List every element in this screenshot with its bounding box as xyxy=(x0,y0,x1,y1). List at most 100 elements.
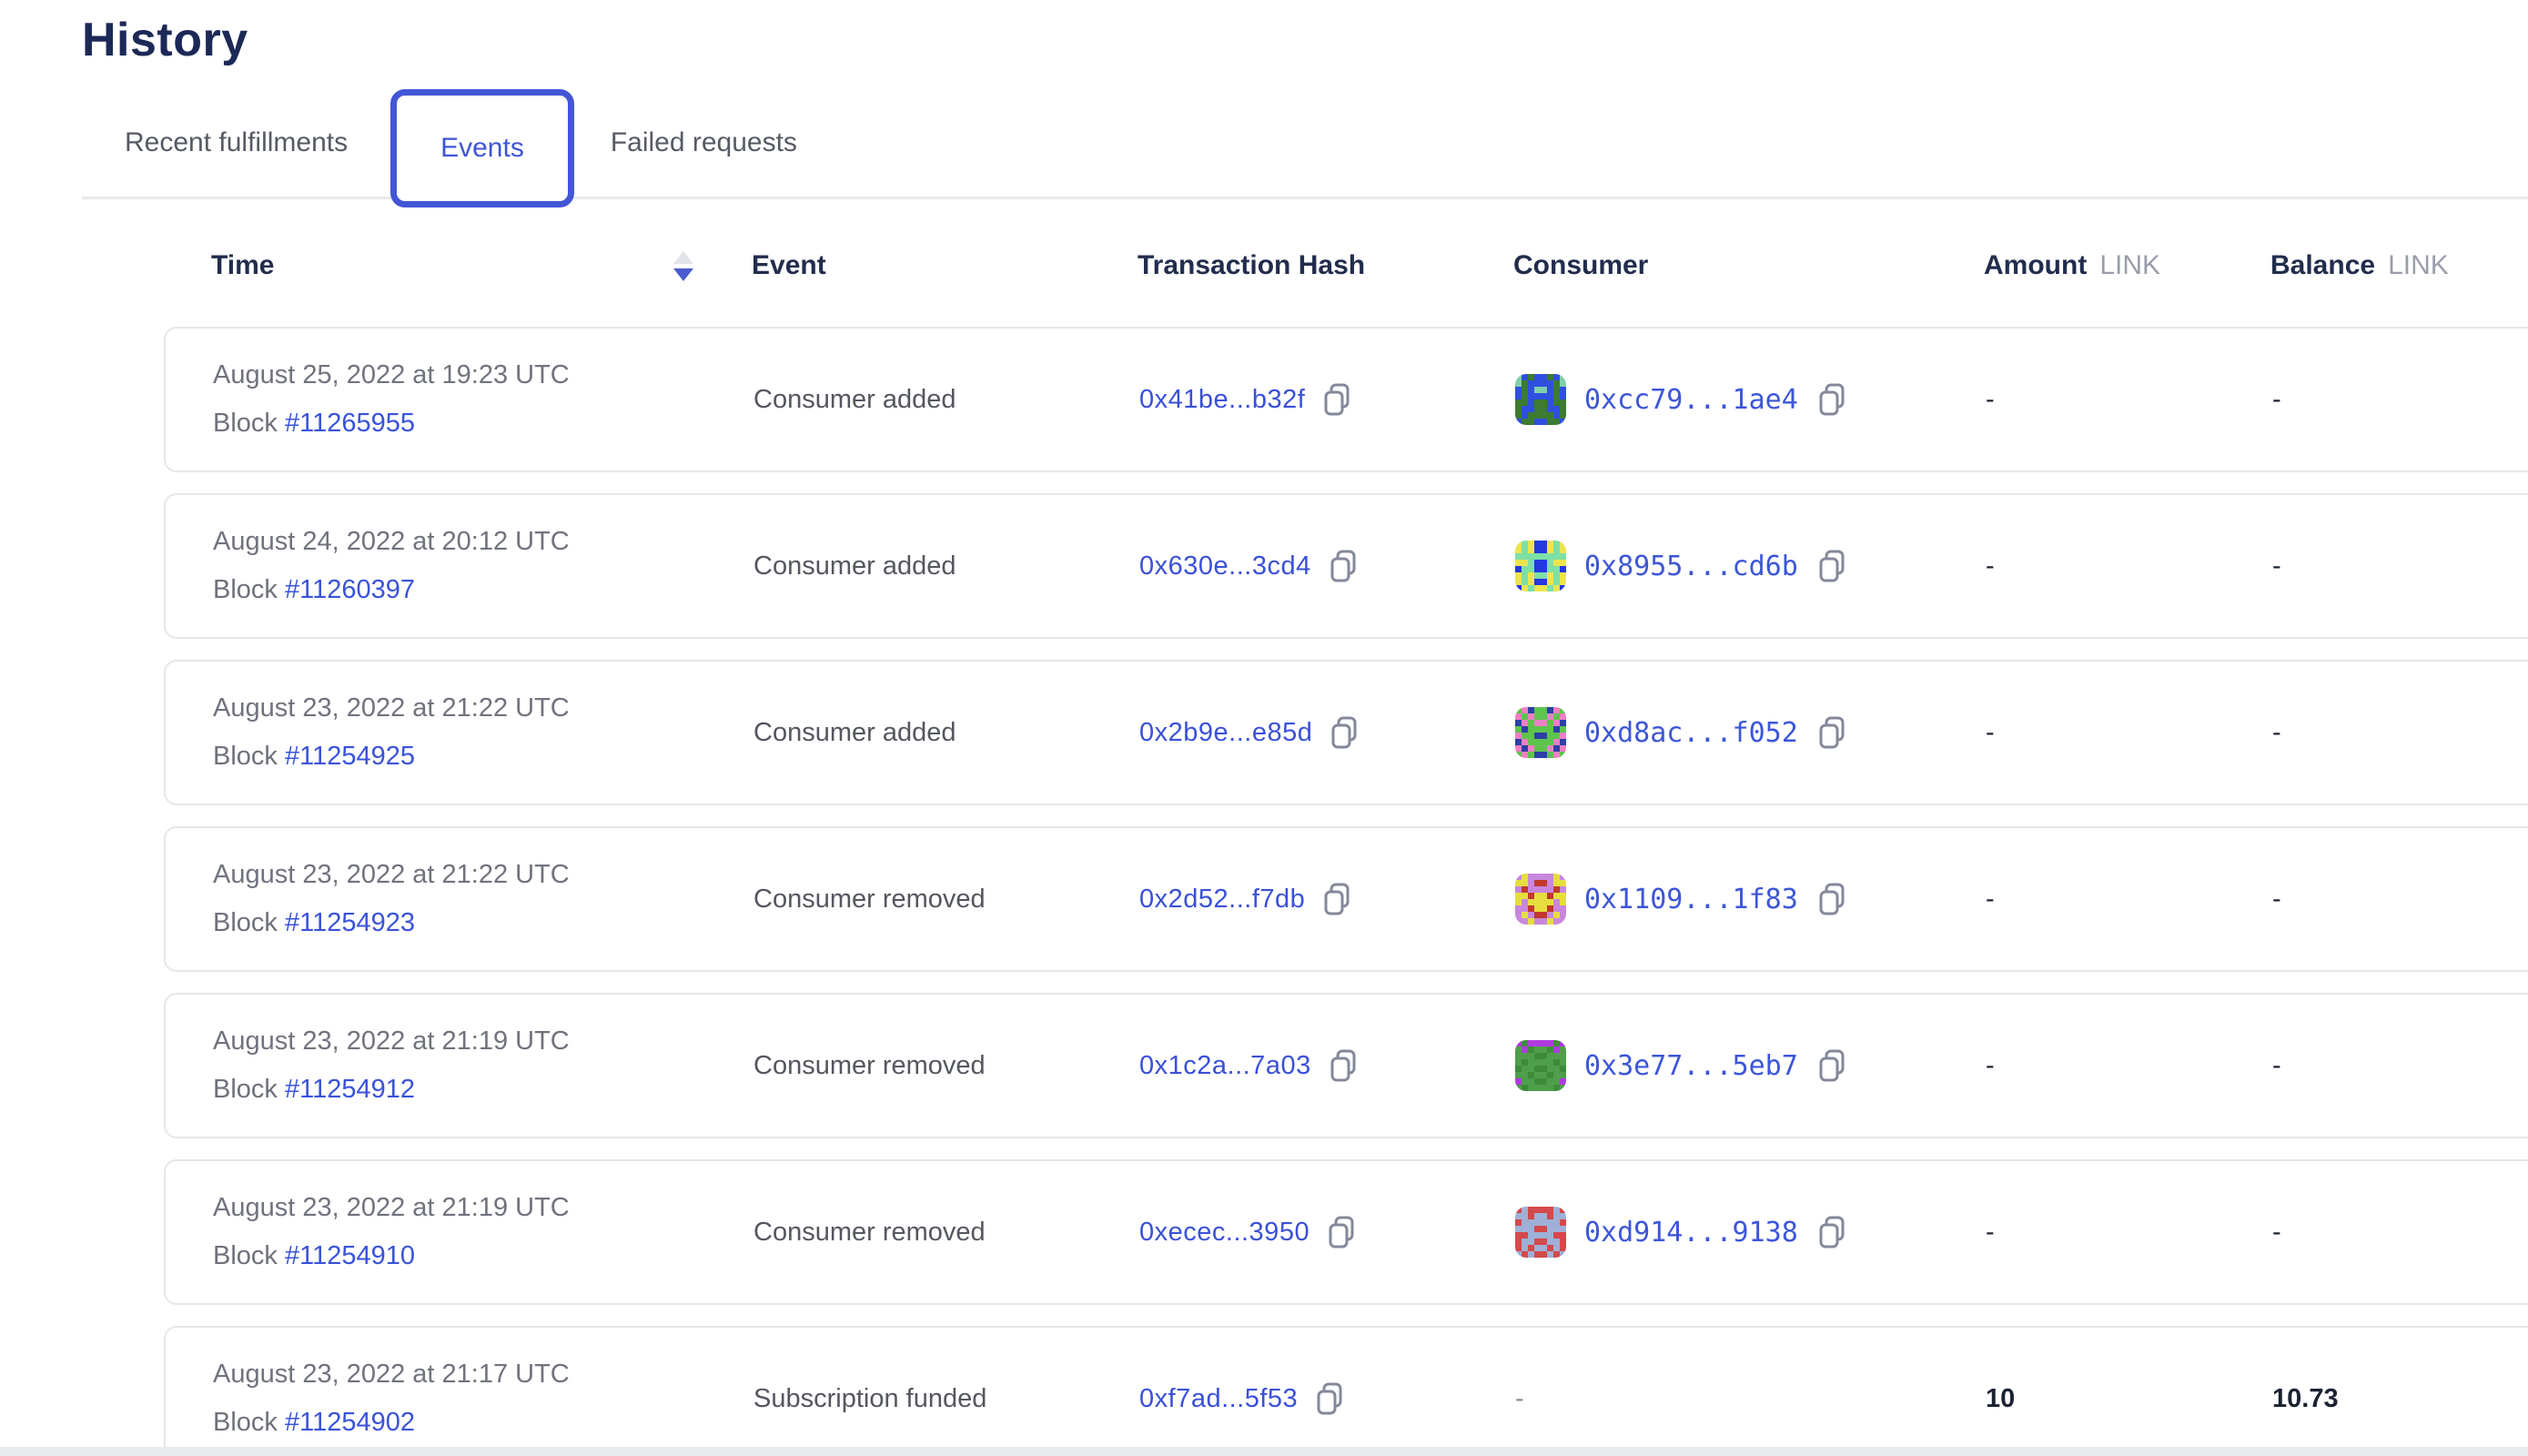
block-line: Block #11260397 xyxy=(213,575,753,605)
consumer-cell: 0x1109...1f83 xyxy=(1515,874,1986,925)
time-cell: August 23, 2022 at 21:17 UTC Block #1125… xyxy=(213,1360,753,1438)
consumer-address-link[interactable]: 0xd914...9138 xyxy=(1584,1217,1798,1249)
block-line: Block #11265955 xyxy=(213,409,753,439)
copy-tx-hash-button[interactable] xyxy=(1329,715,1360,750)
copy-icon xyxy=(1326,1215,1357,1249)
block-line: Block #11254912 xyxy=(213,1075,753,1105)
page-fold-strip xyxy=(0,1447,2528,1456)
consumer-identicon xyxy=(1515,707,1566,758)
balance-value: - xyxy=(2272,718,2528,748)
table-row: August 23, 2022 at 21:19 UTC Block #1125… xyxy=(164,993,2528,1138)
block-line: Block #11254925 xyxy=(213,742,753,772)
consumer-cell: 0x8955...cd6b xyxy=(1515,541,1986,592)
consumer-identicon xyxy=(1515,1207,1566,1258)
event-type: Consumer removed xyxy=(753,1051,1139,1081)
amount-value: - xyxy=(1986,385,2272,415)
transaction-hash-link[interactable]: 0x1c2a...7a03 xyxy=(1139,1051,1311,1081)
amount-value: - xyxy=(1986,885,2272,915)
transaction-hash-link[interactable]: 0x41be...b32f xyxy=(1139,385,1305,415)
event-timestamp: August 23, 2022 at 21:17 UTC xyxy=(213,1360,753,1390)
block-number-link[interactable]: #11265955 xyxy=(285,409,415,438)
copy-consumer-address-button[interactable] xyxy=(1816,1048,1847,1083)
consumer-empty-dash: - xyxy=(1515,1384,1524,1414)
event-type: Consumer removed xyxy=(753,1218,1139,1248)
consumer-cell: - xyxy=(1515,1384,1986,1414)
events-table: August 25, 2022 at 19:23 UTC Block #1126… xyxy=(82,327,2528,1456)
time-cell: August 23, 2022 at 21:19 UTC Block #1125… xyxy=(213,1026,753,1105)
consumer-cell: 0x3e77...5eb7 xyxy=(1515,1040,1986,1091)
block-label: Block xyxy=(213,1408,285,1437)
consumer-cell: 0xd8ac...f052 xyxy=(1515,707,1986,758)
event-timestamp: August 23, 2022 at 21:22 UTC xyxy=(213,693,753,723)
event-type: Consumer added xyxy=(753,551,1139,581)
copy-icon xyxy=(1816,882,1847,916)
consumer-address-link[interactable]: 0xcc79...1ae4 xyxy=(1584,384,1798,416)
block-number-link[interactable]: #11254925 xyxy=(285,742,415,771)
transaction-hash-link[interactable]: 0xecec...3950 xyxy=(1139,1218,1310,1248)
amount-value: - xyxy=(1986,551,2272,581)
transaction-hash-link[interactable]: 0x2d52...f7db xyxy=(1139,885,1305,915)
column-header-time: Time xyxy=(211,250,752,282)
column-label: Balance xyxy=(2270,250,2375,281)
block-number-link[interactable]: #11254902 xyxy=(285,1408,415,1437)
table-row: August 23, 2022 at 21:22 UTC Block #1125… xyxy=(164,660,2528,805)
copy-tx-hash-button[interactable] xyxy=(1321,382,1352,417)
table-row: August 25, 2022 at 19:23 UTC Block #1126… xyxy=(164,327,2528,472)
table-row: August 23, 2022 at 21:22 UTC Block #1125… xyxy=(164,826,2528,972)
copy-tx-hash-button[interactable] xyxy=(1314,1381,1345,1416)
block-label: Block xyxy=(213,1075,285,1104)
copy-icon xyxy=(1328,1048,1359,1083)
transaction-hash-link[interactable]: 0x2b9e...e85d xyxy=(1139,718,1312,748)
transaction-hash-cell: 0x2b9e...e85d xyxy=(1139,715,1515,750)
block-number-link[interactable]: #11254923 xyxy=(285,908,415,937)
transaction-hash-link[interactable]: 0xf7ad...5f53 xyxy=(1139,1384,1298,1414)
column-header-consumer: Consumer xyxy=(1513,250,1984,281)
event-timestamp: August 24, 2022 at 20:12 UTC xyxy=(213,527,753,557)
table-row: August 24, 2022 at 20:12 UTC Block #1126… xyxy=(164,493,2528,639)
amount-value: - xyxy=(1986,1051,2272,1081)
event-type: Consumer removed xyxy=(753,885,1139,915)
sort-toggle-icon[interactable] xyxy=(672,250,695,282)
tab-failed-requests[interactable]: Failed requests xyxy=(611,127,797,158)
block-number-link[interactable]: #11254910 xyxy=(285,1241,415,1270)
consumer-identicon xyxy=(1515,1040,1566,1091)
block-number-link[interactable]: #11254912 xyxy=(285,1075,415,1104)
copy-tx-hash-button[interactable] xyxy=(1328,549,1359,583)
copy-icon xyxy=(1816,549,1847,583)
block-number-link[interactable]: #11260397 xyxy=(285,575,415,604)
event-timestamp: August 23, 2022 at 21:19 UTC xyxy=(213,1193,753,1223)
column-label: Amount xyxy=(1984,250,2087,281)
copy-icon xyxy=(1816,1215,1847,1249)
copy-tx-hash-button[interactable] xyxy=(1321,882,1352,916)
copy-consumer-address-button[interactable] xyxy=(1816,715,1847,750)
copy-tx-hash-button[interactable] xyxy=(1328,1048,1359,1083)
consumer-address-link[interactable]: 0xd8ac...f052 xyxy=(1584,717,1798,749)
time-cell: August 25, 2022 at 19:23 UTC Block #1126… xyxy=(213,360,753,439)
copy-consumer-address-button[interactable] xyxy=(1816,1215,1847,1249)
consumer-address-link[interactable]: 0x3e77...5eb7 xyxy=(1584,1050,1798,1082)
column-label: Event xyxy=(752,250,826,281)
copy-consumer-address-button[interactable] xyxy=(1816,382,1847,417)
consumer-address-link[interactable]: 0x1109...1f83 xyxy=(1584,884,1798,915)
consumer-identicon xyxy=(1515,541,1566,592)
event-timestamp: August 25, 2022 at 19:23 UTC xyxy=(213,360,753,390)
balance-value: - xyxy=(2272,885,2528,915)
balance-value: - xyxy=(2272,1218,2528,1248)
transaction-hash-link[interactable]: 0x630e...3cd4 xyxy=(1139,551,1311,581)
column-unit-label: LINK xyxy=(2388,250,2449,281)
tab-recent-fulfillments[interactable]: Recent fulfillments xyxy=(125,127,348,158)
copy-consumer-address-button[interactable] xyxy=(1816,882,1847,916)
time-cell: August 24, 2022 at 20:12 UTC Block #1126… xyxy=(213,527,753,605)
event-timestamp: August 23, 2022 at 21:22 UTC xyxy=(213,860,753,890)
copy-icon xyxy=(1314,1381,1345,1416)
tab-label: Events xyxy=(440,133,524,164)
column-label: Consumer xyxy=(1513,250,1648,281)
tab-events[interactable]: Events xyxy=(390,89,574,207)
transaction-hash-cell: 0xecec...3950 xyxy=(1139,1215,1515,1249)
table-row: August 23, 2022 at 21:17 UTC Block #1125… xyxy=(164,1326,2528,1456)
copy-tx-hash-button[interactable] xyxy=(1326,1215,1357,1249)
consumer-address-link[interactable]: 0x8955...cd6b xyxy=(1584,551,1798,582)
copy-consumer-address-button[interactable] xyxy=(1816,549,1847,583)
history-page: History Recent fulfillmentsEventsFailed … xyxy=(0,0,2528,1456)
column-label: Time xyxy=(211,250,274,281)
